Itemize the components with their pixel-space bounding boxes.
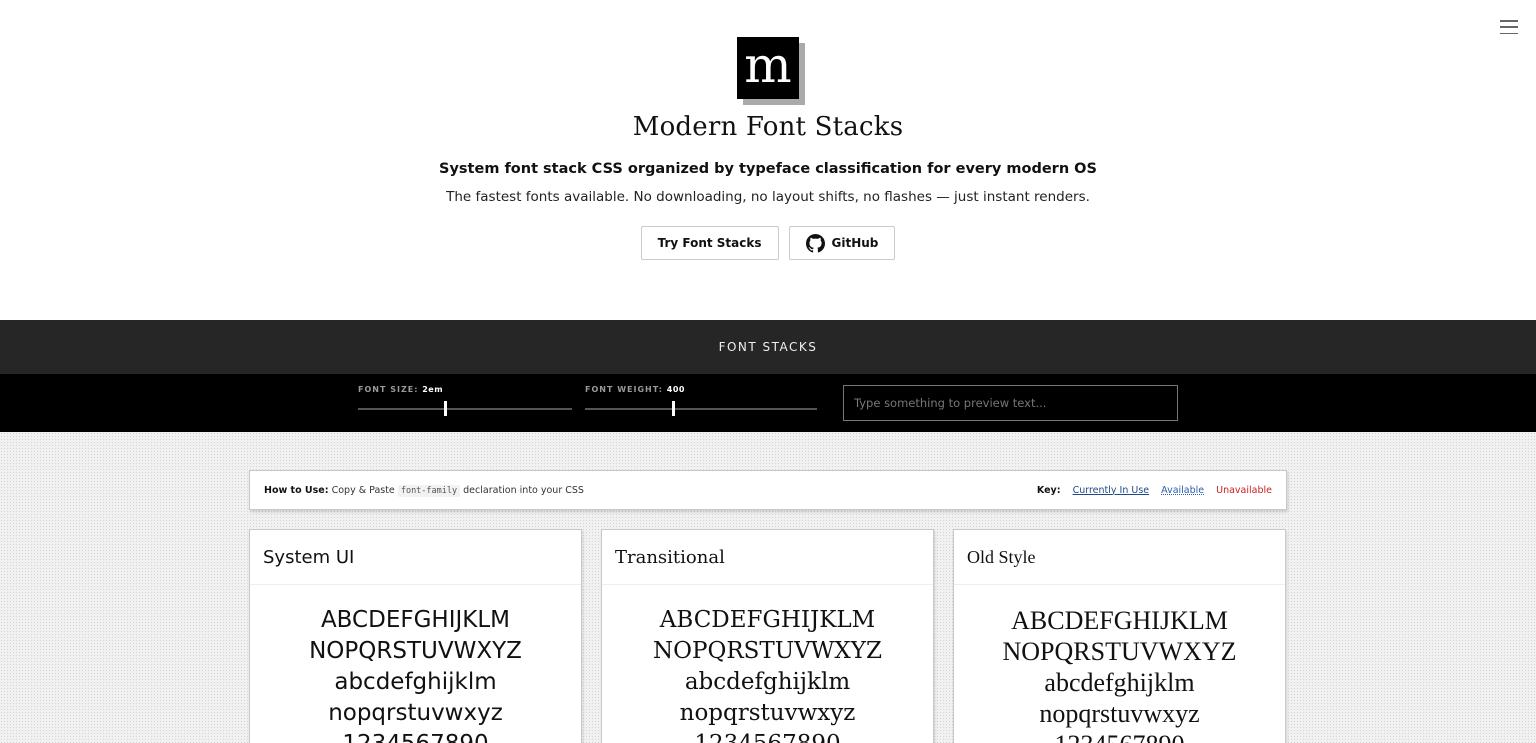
font-stacks-content: How to Use: Copy & Paste font-family dec… — [0, 432, 1536, 743]
hero-description: The fastest fonts available. No download… — [446, 189, 1090, 205]
try-font-stacks-label: Try Font Stacks — [657, 236, 762, 250]
font-card-old-style[interactable]: Old Style ABCDEFGHIJKLM NOPQRSTUVWXYZ ab… — [953, 529, 1286, 743]
hero-buttons: Try Font Stacks GitHub — [640, 226, 896, 260]
how-to-use-bar: How to Use: Copy & Paste font-family dec… — [249, 470, 1287, 510]
font-weight-label: FONT WEIGHT: — [585, 385, 663, 394]
font-size-label: FONT SIZE: — [358, 385, 419, 394]
try-font-stacks-button[interactable]: Try Font Stacks — [640, 226, 779, 260]
font-weight-control: FONT WEIGHT: 400 — [585, 385, 817, 416]
font-card-transitional[interactable]: Transitional ABCDEFGHIJKLM NOPQRSTUVWXYZ… — [601, 529, 934, 743]
section-header: FONT STACKS — [0, 320, 1536, 374]
font-size-slider-thumb[interactable] — [443, 401, 447, 416]
key-available: Available — [1161, 484, 1205, 496]
font-family-code: font-family — [397, 484, 461, 497]
font-size-value: 2em — [422, 385, 444, 394]
card-title: Old Style — [954, 530, 1285, 585]
card-title: Transitional — [602, 530, 933, 585]
how-to-use-text: How to Use: Copy & Paste font-family dec… — [264, 484, 584, 497]
logo: m — [737, 37, 799, 99]
font-size-control: FONT SIZE: 2em — [358, 385, 572, 416]
card-title: System UI — [250, 530, 581, 585]
card-sample: ABCDEFGHIJKLM NOPQRSTUVWXYZ abcdefghijkl… — [1002, 606, 1237, 743]
font-size-slider[interactable] — [358, 401, 572, 416]
controls-bar: FONT SIZE: 2em FONT WEIGHT: 400 — [0, 374, 1536, 432]
font-weight-slider-thumb[interactable] — [672, 401, 675, 416]
hero-subtitle: System font stack CSS organized by typef… — [439, 161, 1097, 177]
github-label: GitHub — [831, 236, 879, 250]
font-card-system-ui[interactable]: System UI ABCDEFGHIJKLM NOPQRSTUVWXYZ ab… — [249, 529, 582, 743]
hero: m Modern Font Stacks System font stack C… — [0, 0, 1536, 320]
hamburger-menu-icon[interactable] — [1500, 20, 1518, 34]
font-weight-value: 400 — [666, 385, 685, 394]
page-title: Modern Font Stacks — [632, 112, 904, 142]
section-title: FONT STACKS — [718, 340, 818, 354]
preview-text-input[interactable] — [843, 385, 1178, 421]
key-currently-in-use: Currently In Use — [1072, 484, 1150, 496]
key-label: Key: — [1036, 484, 1061, 496]
github-button[interactable]: GitHub — [788, 226, 896, 260]
key-legend: Key: Currently In Use Available Unavaila… — [1037, 485, 1272, 496]
key-unavailable: Unavailable — [1216, 484, 1272, 496]
github-icon — [805, 233, 825, 253]
card-sample: ABCDEFGHIJKLM NOPQRSTUVWXYZ abcdefghijkl… — [653, 607, 882, 743]
font-weight-slider[interactable] — [585, 401, 817, 416]
card-sample: ABCDEFGHIJKLM NOPQRSTUVWXYZ abcdefghijkl… — [309, 607, 522, 743]
